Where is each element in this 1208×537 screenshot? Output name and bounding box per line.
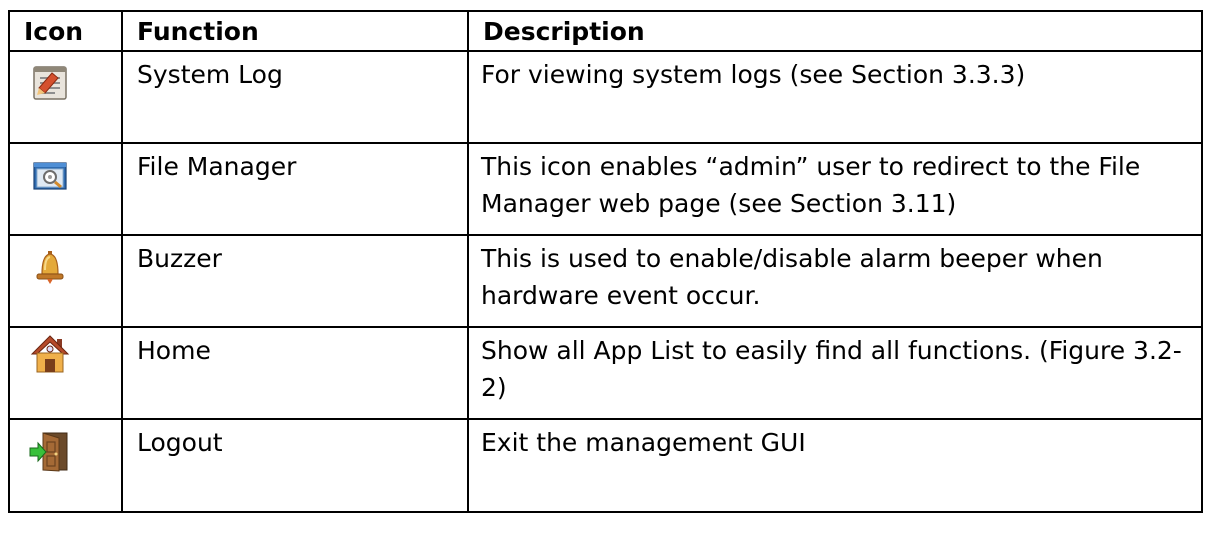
header-icon: Icon <box>8 10 123 52</box>
header-description: Description <box>467 10 1203 52</box>
function-name: Home <box>121 326 469 420</box>
table-row: Logout Exit the management GUI <box>8 418 1203 513</box>
table-row: Buzzer This is used to enable/disable al… <box>8 234 1203 328</box>
table-row: File Manager This icon enables “admin” u… <box>8 142 1203 236</box>
function-name: System Log <box>121 50 469 144</box>
function-description: Exit the management GUI <box>467 418 1203 513</box>
icon-function-table: Icon Function Description System Log For <box>8 10 1203 513</box>
function-description: For viewing system logs (see Section 3.3… <box>467 50 1203 144</box>
function-name: File Manager <box>121 142 469 236</box>
function-description: This icon enables “admin” user to redire… <box>467 142 1203 236</box>
buzzer-bell-icon <box>36 251 64 284</box>
table-row: System Log For viewing system logs (see … <box>8 50 1203 144</box>
logout-door-icon <box>29 432 68 472</box>
system-log-icon <box>33 66 67 100</box>
header-function: Function <box>121 10 469 52</box>
function-description: This is used to enable/disable alarm bee… <box>467 234 1203 328</box>
file-manager-icon <box>33 162 67 190</box>
function-name: Buzzer <box>121 234 469 328</box>
home-icon <box>30 335 70 373</box>
function-description: Show all App List to easily find all fun… <box>467 326 1203 420</box>
table-row: Home Show all App List to easily find al… <box>8 326 1203 420</box>
table-header-row: Icon Function Description <box>8 10 1203 52</box>
function-name: Logout <box>121 418 469 513</box>
